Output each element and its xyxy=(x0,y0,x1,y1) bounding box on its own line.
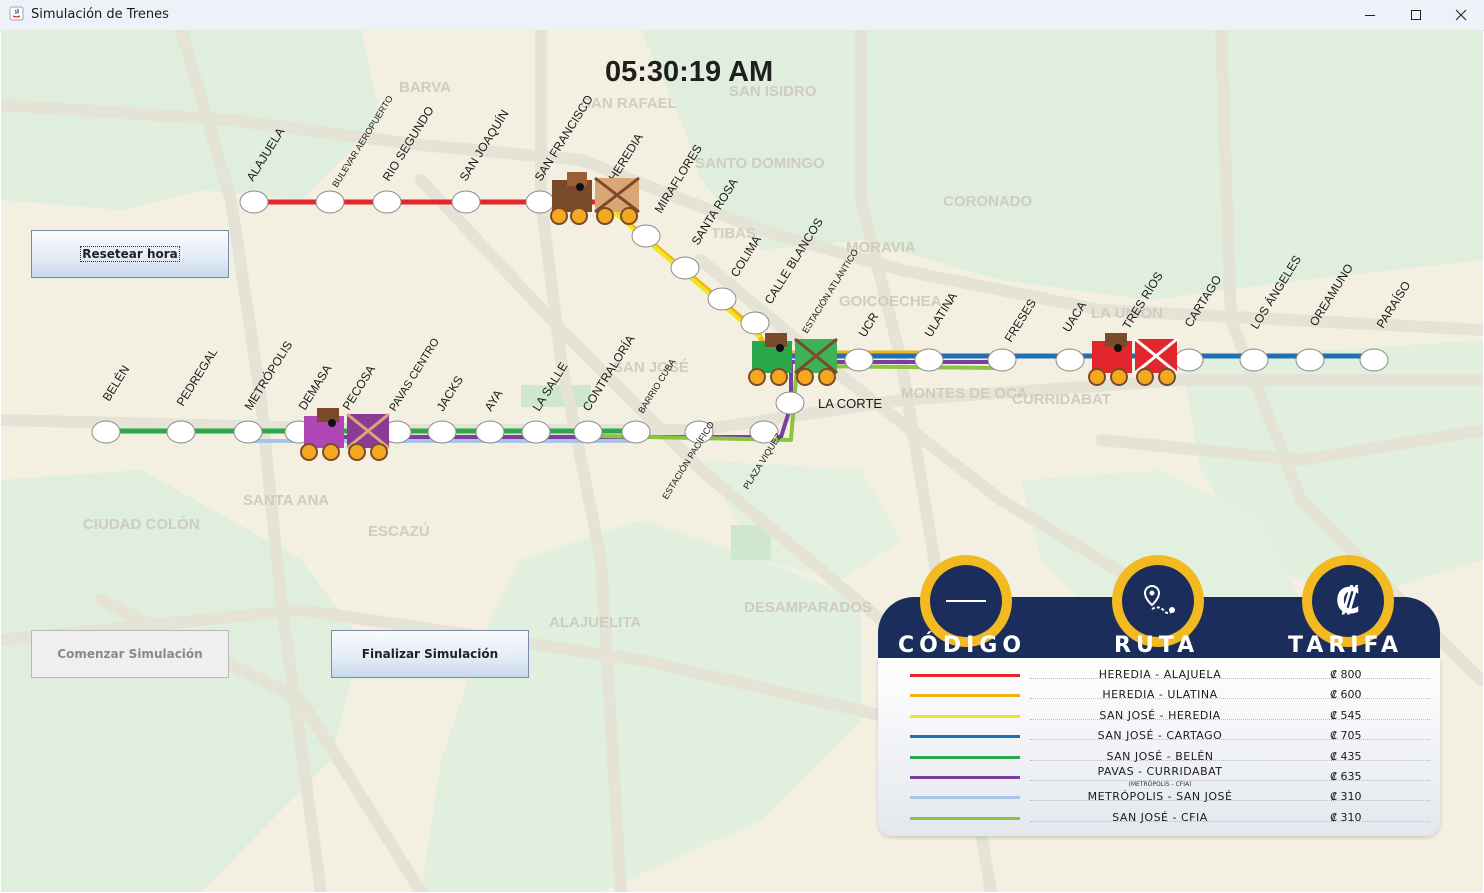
legend-fare: ₡ 310 xyxy=(1330,790,1362,804)
station-node xyxy=(521,420,551,444)
minimize-button[interactable] xyxy=(1347,0,1393,30)
map-label: SANTO DOMINGO xyxy=(695,155,825,172)
legend-route-name: HEREDIA - ULATINA xyxy=(1102,688,1218,702)
station-node xyxy=(987,348,1017,372)
close-icon xyxy=(1455,9,1467,21)
map-label: SAN JOSÉ xyxy=(613,359,689,376)
legend-route-name: PAVAS - CURRIDABAT xyxy=(1097,765,1223,778)
legend-fare: ₡ 800 xyxy=(1330,668,1362,681)
stop-simulation-button[interactable]: Finalizar Simulación xyxy=(331,630,529,678)
legend-line-swatch xyxy=(910,816,1020,820)
map-label: CURRIDABAT xyxy=(1012,391,1111,408)
maximize-button[interactable] xyxy=(1393,0,1439,30)
reset-time-button[interactable]: Resetear hora xyxy=(31,230,229,278)
map-label: GOICOECHEA xyxy=(839,293,942,310)
station-node xyxy=(631,224,661,248)
station-node xyxy=(621,420,651,444)
close-button[interactable] xyxy=(1438,0,1484,30)
station-node xyxy=(372,190,402,214)
map-label: MONTES DE OCA xyxy=(901,385,1028,402)
legend-row: SAN JOSÉ - HEREDIA ₡ 545 xyxy=(878,707,1440,727)
station-node xyxy=(1295,348,1325,372)
legend-header-route: RUTA xyxy=(1114,633,1200,658)
legend-row: METRÓPOLIS - SAN JOSÉ ₡ 310 xyxy=(878,788,1440,808)
station-node xyxy=(525,190,555,214)
station-node xyxy=(233,420,263,444)
station-node xyxy=(1239,348,1269,372)
route-legend: ₡ CÓDIGO RUTA TARIFA HEREDIA - ALAJUELA ₡… xyxy=(878,553,1440,838)
maximize-icon xyxy=(1411,10,1421,20)
legend-fare: ₡ 435 xyxy=(1330,749,1362,763)
legend-route-subtitle: (METRÓPOLIS - CFIA) xyxy=(1128,781,1192,788)
map-label: SAN RAFAEL xyxy=(581,95,677,112)
stop-simulation-label: Finalizar Simulación xyxy=(361,647,499,661)
java-app-icon xyxy=(9,6,24,21)
map-label: CORONADO xyxy=(943,193,1032,210)
station-node xyxy=(1359,348,1389,372)
legend-fare: ₡ 545 xyxy=(1330,708,1362,722)
station-node xyxy=(775,391,805,415)
window-title: Simulación de Trenes xyxy=(31,7,169,22)
legend-row: HEREDIA - ULATINA ₡ 600 xyxy=(878,686,1440,706)
window-titlebar: Simulación de Trenes xyxy=(0,0,1484,31)
legend-line-swatch xyxy=(910,694,1020,698)
simulation-canvas: BARVA SAN RAFAEL SAN ISIDRO SANTO DOMING… xyxy=(1,30,1483,892)
legend-header-fare: TARIFA xyxy=(1288,633,1403,658)
station-node xyxy=(573,420,603,444)
station-node xyxy=(1174,348,1204,372)
legend-line-swatch xyxy=(910,735,1020,739)
colon-currency-icon: ₡ xyxy=(1335,580,1361,622)
legend-fare: ₡ 600 xyxy=(1330,688,1362,702)
legend-fare: ₡ 705 xyxy=(1330,729,1362,743)
legend-route-name: METRÓPOLIS - SAN JOSÉ xyxy=(1087,790,1233,804)
station-node xyxy=(315,190,345,214)
station-node xyxy=(166,420,196,444)
legend-row: SAN JOSÉ - CARTAGO ₡ 705 xyxy=(878,727,1440,747)
minimize-icon xyxy=(1365,15,1375,16)
map-label: ESCAZÚ xyxy=(368,522,430,540)
station-node xyxy=(707,287,737,311)
station-node xyxy=(914,348,944,372)
legend-line-swatch xyxy=(910,674,1020,677)
legend-line-swatch xyxy=(910,796,1020,800)
map-label: CIUDAD COLÓN xyxy=(83,515,200,533)
legend-route-name: SAN JOSÉ - BELÉN xyxy=(1106,749,1214,763)
legend-row: PAVAS - CURRIDABAT (METRÓPOLIS - CFIA) ₡ 6… xyxy=(878,765,1440,788)
station-node xyxy=(740,311,770,335)
station-node xyxy=(1055,348,1085,372)
start-simulation-button[interactable]: Comenzar Simulación xyxy=(31,630,229,678)
station-node xyxy=(451,190,481,214)
legend-fare: ₡ 635 xyxy=(1330,770,1362,783)
station-label-la-corte: LA CORTE xyxy=(818,396,882,411)
reset-time-label: Resetear hora xyxy=(80,246,180,262)
simulation-clock: 05:30:19 AM xyxy=(605,56,774,88)
map-label: ALAJUELITA xyxy=(549,614,641,631)
start-simulation-label: Comenzar Simulación xyxy=(57,647,203,661)
map-label: DESAMPARADOS xyxy=(744,599,872,616)
legend-row: SAN JOSÉ - CFIA ₡ 310 xyxy=(878,809,1440,829)
line-code-icon xyxy=(946,600,986,602)
legend-line-swatch xyxy=(910,714,1020,718)
legend-line-swatch xyxy=(910,755,1020,759)
legend-route-name: SAN JOSÉ - CARTAGO xyxy=(1097,729,1223,743)
legend-line-swatch xyxy=(910,776,1020,779)
station-node xyxy=(844,348,874,372)
map-label: SANTA ANA xyxy=(243,492,329,509)
legend-row: HEREDIA - ALAJUELA ₡ 800 xyxy=(878,666,1440,686)
legend-route-name: HEREDIA - ALAJUELA xyxy=(1098,668,1222,681)
map-label: BARVA xyxy=(399,79,451,96)
legend-route-name: SAN JOSÉ - CFIA xyxy=(1112,810,1208,824)
station-node xyxy=(427,420,457,444)
station-node xyxy=(475,420,505,444)
station-node xyxy=(239,190,269,214)
station-node xyxy=(670,256,700,280)
route-pin-icon xyxy=(1143,584,1175,614)
station-node xyxy=(91,420,121,444)
legend-header-code: CÓDIGO xyxy=(898,633,1027,658)
legend-fare: ₡ 310 xyxy=(1330,810,1362,824)
legend-route-name: SAN JOSÉ - HEREDIA xyxy=(1099,708,1221,722)
